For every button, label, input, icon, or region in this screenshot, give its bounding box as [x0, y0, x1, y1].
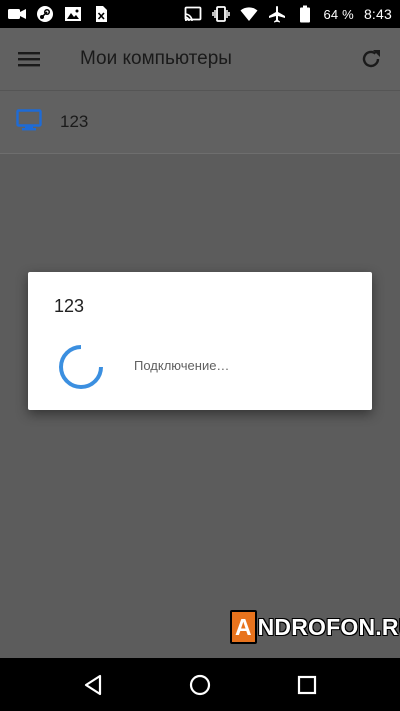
loading-spinner-icon — [59, 345, 103, 389]
status-time: 8:43 — [363, 6, 392, 22]
navigation-bar — [0, 658, 400, 711]
airplane-icon — [268, 5, 286, 23]
watermark-text: NDROFON.RU — [257, 613, 400, 640]
status-bar: 64 % 8:43 — [0, 0, 400, 28]
dialog-title: 123 — [54, 296, 85, 316]
watermark-logo: A NDROFON.RU — [230, 610, 400, 644]
connecting-dialog: 123 Подключение… — [28, 272, 372, 410]
app-bar: Мои компьютеры — [0, 28, 400, 90]
back-icon[interactable] — [75, 667, 111, 703]
watermark-letter: A — [230, 610, 257, 644]
wifi-icon — [240, 5, 258, 23]
video-camera-icon — [8, 5, 26, 23]
cast-icon — [184, 5, 202, 23]
screen: 64 % 8:43 Мои компьютеры 123 123 Подключ… — [0, 0, 400, 711]
dialog-message: Подключение… — [134, 358, 230, 373]
hamburger-menu-icon[interactable] — [14, 44, 44, 74]
computer-name: 123 — [60, 112, 89, 131]
steam-icon — [36, 5, 54, 23]
sim-error-icon — [92, 5, 110, 23]
battery-icon — [296, 5, 314, 23]
image-icon — [64, 5, 82, 23]
battery-percent: 64 % — [323, 6, 354, 22]
monitor-icon — [16, 108, 42, 136]
page-title: Мои компьютеры — [80, 48, 232, 69]
recents-icon[interactable] — [289, 667, 325, 703]
vibrate-icon — [211, 5, 230, 23]
home-icon[interactable] — [182, 667, 218, 703]
refresh-icon[interactable] — [356, 44, 386, 74]
list-item-computer[interactable]: 123 — [0, 90, 400, 154]
